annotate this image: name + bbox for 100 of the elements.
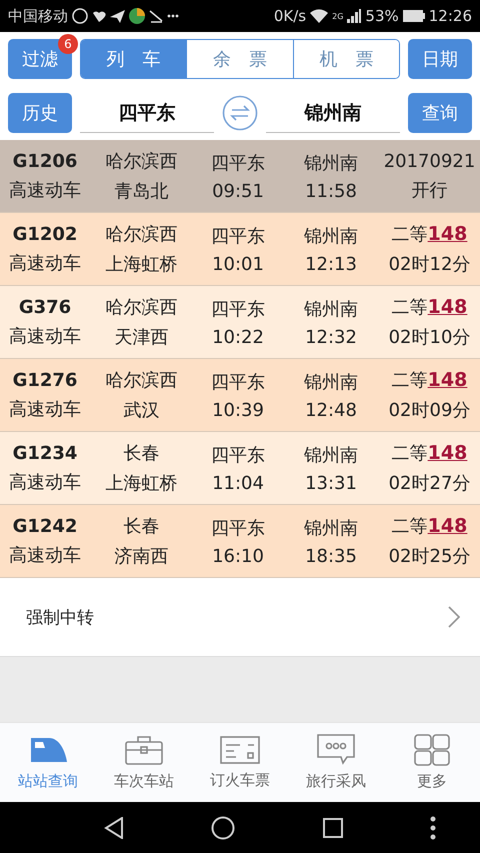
carrier-name: 中国移动 [8,6,68,26]
origin-station: 长春 [124,442,160,465]
terminal-station: 武汉 [124,399,160,422]
run-date: 20170921 [384,150,476,172]
arrive-time: 12:32 [305,326,357,348]
chat-icon [317,734,355,766]
train-number: G1276 [12,370,78,390]
train-type: 高速动车 [9,178,81,202]
arrive-station: 锦州南 [304,370,358,394]
terminal-station: 上海虹桥 [106,472,178,495]
origin-station: 哈尔滨西 [106,296,178,319]
price-link[interactable]: 148 [428,515,468,537]
seat-class: 二等 [392,442,428,465]
train-number: G376 [18,296,72,318]
arrive-station: 锦州南 [304,224,358,248]
train-type: 高速动车 [9,470,81,494]
price-link[interactable]: 148 [428,369,468,391]
train-number: G1206 [12,150,78,172]
chevron-right-icon [448,606,460,628]
ticket-icon [220,735,260,765]
depart-time: 16:10 [212,546,264,566]
grid-icon [414,734,450,766]
train-type: 高速动车 [9,324,81,348]
app-icon [129,8,145,24]
swap-icon[interactable] [222,95,258,131]
depart-station: 四平东 [211,224,265,248]
price-link[interactable]: 148 [428,442,468,464]
price-link[interactable]: 148 [428,296,468,318]
train-number: G1234 [12,442,78,464]
travel-duration: 02时25分 [388,545,470,568]
network-type: 2G [332,12,344,20]
battery-icon [402,10,425,22]
terminal-station: 济南西 [114,545,168,568]
arrive-time: 12:48 [305,400,357,420]
depart-station: 四平东 [211,152,265,174]
train-row[interactable]: G1206 高速动车 哈尔滨西 青岛北 四平东 09:51 锦州南 11:58 20170921 开行 [0,140,480,213]
origin-station: 哈尔滨西 [106,369,178,392]
tab-bar-item[interactable]: 站站查询 [0,723,96,802]
heart-icon [92,10,106,22]
depart-time: 10:01 [212,254,264,274]
seat-class: 二等 [392,296,428,319]
tab-bar-item[interactable]: 更多 [384,723,480,802]
depart-time: 10:39 [212,400,264,420]
tab-bar-item[interactable]: 订火车票 [192,723,288,802]
arrive-station: 锦州南 [304,152,358,174]
train-number: G1242 [12,516,78,536]
terminal-station: 青岛北 [114,180,168,203]
price-link[interactable]: 148 [428,223,468,245]
more-icon[interactable] [430,816,436,840]
home-icon[interactable] [211,816,236,840]
train-row[interactable]: G1276 高速动车 哈尔滨西 武汉 四平东 10:39 锦州南 12:48 二等148 02时09分 [0,359,480,432]
seat-class: 二等 [392,369,428,392]
train-row[interactable]: G1202 高速动车 哈尔滨西 上海虹桥 四平东 10:01 锦州南 12:13 二等148 02时12分 [0,213,480,286]
arrive-time: 18:35 [305,546,357,566]
train-type: 高速动车 [9,544,81,566]
depart-time: 09:51 [212,180,264,202]
depart-station: 四平东 [211,370,265,394]
arrive-time: 11:58 [305,180,357,202]
send-icon [110,10,125,22]
wifi-icon [310,9,328,23]
briefcase-icon [124,734,164,766]
depart-station: 四平东 [211,444,265,466]
transfer-label: 强制中转 [26,606,94,628]
train-row[interactable]: G1242 高速动车 长春 济南西 四平东 16:10 锦州南 18:35 二等148 02时25分 [0,505,480,578]
tab-bar-item[interactable]: 旅行采风 [288,723,384,802]
clock-time: 12:26 [428,7,472,25]
arrive-time: 13:31 [305,472,357,494]
travel-duration: 02时12分 [388,253,470,276]
tab-bar-item[interactable]: 车次车站 [96,723,192,802]
count-badge: 6 [58,34,78,54]
train-row[interactable]: G1234 高速动车 长春 上海虹桥 四平东 11:04 锦州南 13:31 二等148 02时27分 [0,432,480,505]
seat-class: 二等 [392,515,428,538]
origin-station: 长春 [124,515,160,538]
date-button[interactable]: 日期 [408,39,472,79]
terminal-station: 上海虹桥 [106,253,178,276]
arrive-station: 锦州南 [304,298,358,320]
origin-station: 哈尔滨西 [106,150,178,173]
to-station-field[interactable]: 锦州南 [266,93,400,133]
history-button[interactable]: 历史 [8,93,72,133]
query-button[interactable]: 查询 [408,93,472,133]
travel-duration: 02时09分 [388,399,470,422]
train-type: 高速动车 [9,252,81,274]
signal-icon [347,9,362,23]
transfer-row[interactable]: 强制中转 [0,578,480,657]
depart-station: 四平东 [211,298,265,320]
train-row[interactable]: G376 高速动车 哈尔滨西 天津西 四平东 10:22 锦州南 12:32 二等148 02时10分 [0,286,480,359]
depart-station: 四平东 [211,516,265,540]
seat-class: 二等 [392,223,428,246]
from-station-field[interactable]: 四平东 [80,93,214,133]
recents-icon[interactable] [322,818,343,838]
mode-tab[interactable]: 列 车 [81,40,186,78]
depart-time: 11:04 [212,472,264,494]
mode-tab[interactable]: 机 票 [292,40,399,78]
battery-percent: 53% [365,7,399,25]
train-type: 高速动车 [9,398,81,420]
travel-duration: 02时10分 [388,326,470,349]
network-speed: 0K/s [274,7,306,25]
back-icon[interactable] [104,816,124,838]
depart-time: 10:22 [212,326,264,348]
run-status: 开行 [412,178,448,202]
